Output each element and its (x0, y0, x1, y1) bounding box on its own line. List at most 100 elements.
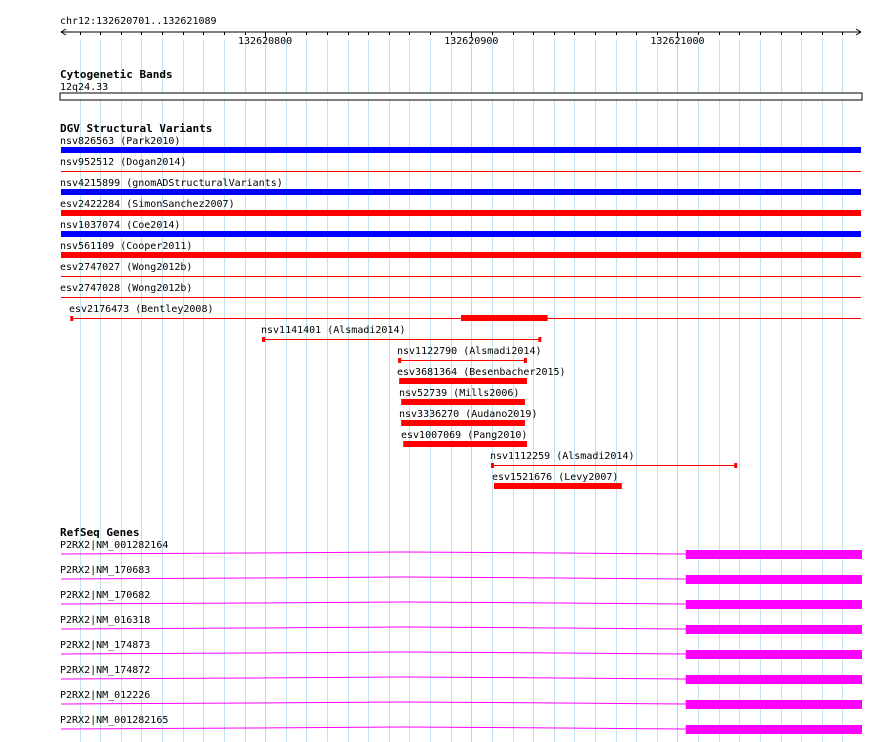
dgv-feature-bar (61, 252, 861, 258)
refseq-track-title: RefSeq Genes (60, 526, 139, 539)
dgv-feature-label: esv1007069 (Pang2010) (401, 430, 527, 441)
refseq-exon-block (685, 625, 862, 634)
dgv-feature-label: nsv1037074 (Coe2014) (60, 220, 180, 231)
dgv-feature-label: esv3681364 (Besenbacher2015) (397, 367, 566, 378)
refseq-gene[interactable]: P2RX2|NM_001282165 (60, 715, 862, 734)
dgv-feature-label: nsv952512 (Dogan2014) (60, 157, 186, 168)
dgv-feature-end-cap (538, 337, 542, 342)
dgv-feature-bar (61, 231, 861, 237)
refseq-gene-label: P2RX2|NM_001282164 (60, 540, 168, 551)
dgv-feature-label: nsv4215899 (gnomADStructuralVariants) (60, 178, 283, 189)
refseq-gene[interactable]: P2RX2|NM_001282164 (60, 540, 862, 559)
dgv-feature-label: nsv1141401 (Alsmadi2014) (261, 325, 406, 336)
refseq-gene-label: P2RX2|NM_001282165 (60, 715, 168, 726)
dgv-feature[interactable]: nsv1141401 (Alsmadi2014) (261, 325, 542, 342)
dgv-feature-bar (61, 210, 861, 216)
dgv-feature-end-cap (523, 358, 527, 363)
cytoband-ideogram (59, 92, 863, 101)
ruler-tick-label: 132620800 (238, 36, 292, 47)
refseq-exon-block (685, 700, 862, 709)
cytoband-label: 12q24.33 (60, 82, 108, 93)
dgv-feature-label: esv2747028 (Wong2012b) (60, 283, 192, 294)
refseq-intron-line (60, 626, 686, 630)
dgv-feature[interactable]: nsv3336270 (Audano2019) (399, 409, 537, 426)
dgv-feature-label: nsv52739 (Mills2006) (399, 388, 519, 399)
ruler-tick-label: 132621000 (650, 36, 704, 47)
genome-browser-view: chr12:132620701..132621089 132620800 1326… (59, 16, 863, 742)
dgv-feature-bar (403, 441, 527, 447)
dgv-feature-inner-bar (461, 315, 548, 321)
refseq-gene-label: P2RX2|NM_016318 (60, 615, 150, 626)
dgv-feature[interactable]: nsv1112259 (Alsmadi2014) (490, 451, 738, 468)
dgv-feature-bar (493, 483, 622, 489)
coordinate-ruler[interactable]: chr12:132620701..132621089 132620800 1326… (60, 16, 862, 47)
dgv-feature-bar (61, 147, 861, 153)
refseq-gene[interactable]: P2RX2|NM_174873 (60, 640, 862, 659)
refseq-intron-line (60, 576, 686, 580)
refseq-gene-label: P2RX2|NM_174873 (60, 640, 150, 651)
dgv-feature[interactable]: esv2176473 (Bentley2008) (69, 304, 861, 321)
refseq-exon-block (685, 575, 862, 584)
dgv-feature[interactable]: nsv561109 (Cooper2011) (60, 241, 861, 258)
dgv-feature-label: nsv3336270 (Audano2019) (399, 409, 537, 420)
refseq-features: P2RX2|NM_001282164 P2RX2|NM_170683 P2RX2|N… (60, 540, 862, 734)
dgv-feature[interactable]: nsv1037074 (Coe2014) (60, 220, 861, 237)
refseq-genes-track[interactable]: RefSeq Genes P2RX2|NM_001282164P2RX2|NM_… (60, 526, 862, 734)
refseq-gene[interactable]: P2RX2|NM_174872 (60, 665, 862, 684)
dgv-feature-bar (61, 189, 861, 195)
refseq-intron-line (60, 651, 686, 655)
dgv-feature[interactable]: esv3681364 (Besenbacher2015) (397, 367, 566, 384)
refseq-intron-line (60, 601, 686, 605)
refseq-intron-line (60, 676, 686, 680)
dgv-feature[interactable]: nsv952512 (Dogan2014) (60, 157, 861, 172)
refseq-gene[interactable]: P2RX2|NM_012226 (60, 690, 862, 709)
dgv-features: nsv826563 (Park2010) nsv952512 (Dogan2014… (60, 136, 861, 489)
refseq-intron-line (60, 726, 686, 730)
dgv-feature-start-cap (262, 337, 266, 342)
dgv-feature[interactable]: nsv4215899 (gnomADStructuralVariants) (60, 178, 861, 195)
dgv-feature-label: nsv1122790 (Alsmadi2014) (397, 346, 542, 357)
dgv-feature[interactable]: esv1521676 (Levy2007) (492, 472, 622, 489)
dgv-track-title: DGV Structural Variants (60, 122, 212, 135)
dgv-feature-label: nsv1112259 (Alsmadi2014) (490, 451, 635, 462)
dgv-feature-bar (399, 378, 527, 384)
dgv-feature[interactable]: esv2747028 (Wong2012b) (60, 283, 861, 298)
dgv-structural-variants-track[interactable]: DGV Structural Variants nsv826563 (Park2… (60, 122, 861, 489)
refseq-gene[interactable]: P2RX2|NM_170682 (60, 590, 862, 609)
dgv-feature[interactable]: nsv826563 (Park2010) (60, 136, 861, 153)
dgv-feature[interactable]: nsv1122790 (Alsmadi2014) (397, 346, 542, 363)
dgv-feature-label: esv2747027 (Wong2012b) (60, 262, 192, 273)
dgv-feature[interactable]: esv1007069 (Pang2010) (401, 430, 527, 447)
dgv-feature-start-cap (398, 358, 402, 363)
dgv-feature-start-cap (490, 463, 494, 468)
refseq-exon-block (685, 550, 862, 559)
refseq-gene[interactable]: P2RX2|NM_170683 (60, 565, 862, 584)
cytogenetic-bands-track[interactable]: Cytogenetic Bands 12q24.33 (59, 68, 863, 101)
dgv-feature-end-cap (734, 463, 738, 468)
cytoband-track-title: Cytogenetic Bands (60, 68, 173, 81)
dgv-feature-label: esv2176473 (Bentley2008) (69, 304, 214, 315)
dgv-feature-start-cap (70, 316, 74, 321)
dgv-feature-label: esv1521676 (Levy2007) (492, 472, 618, 483)
refseq-intron-line (60, 701, 686, 705)
dgv-feature-bar (401, 399, 525, 405)
ruler-ticks: 132620800 132620900 132621000 (80, 32, 843, 47)
refseq-exon-block (685, 650, 862, 659)
dgv-feature-bar (401, 420, 525, 426)
dgv-feature[interactable]: esv2747027 (Wong2012b) (60, 262, 861, 277)
refseq-gene-label: P2RX2|NM_170682 (60, 590, 150, 601)
dgv-feature[interactable]: esv2422284 (SimonSanchez2007) (60, 199, 861, 216)
refseq-exon-block (685, 725, 862, 734)
refseq-exon-block (685, 600, 862, 609)
refseq-intron-line (60, 551, 686, 555)
region-label: chr12:132620701..132621089 (60, 16, 217, 27)
refseq-gene-label: P2RX2|NM_174872 (60, 665, 150, 676)
dgv-feature-label: nsv826563 (Park2010) (60, 136, 180, 147)
refseq-gene-label: P2RX2|NM_170683 (60, 565, 150, 576)
dgv-feature-label: nsv561109 (Cooper2011) (60, 241, 192, 252)
refseq-exon-block (685, 675, 862, 684)
dgv-feature-label: esv2422284 (SimonSanchez2007) (60, 199, 235, 210)
refseq-gene[interactable]: P2RX2|NM_016318 (60, 615, 862, 634)
ruler-tick-label: 132620900 (444, 36, 498, 47)
dgv-feature[interactable]: nsv52739 (Mills2006) (399, 388, 525, 405)
